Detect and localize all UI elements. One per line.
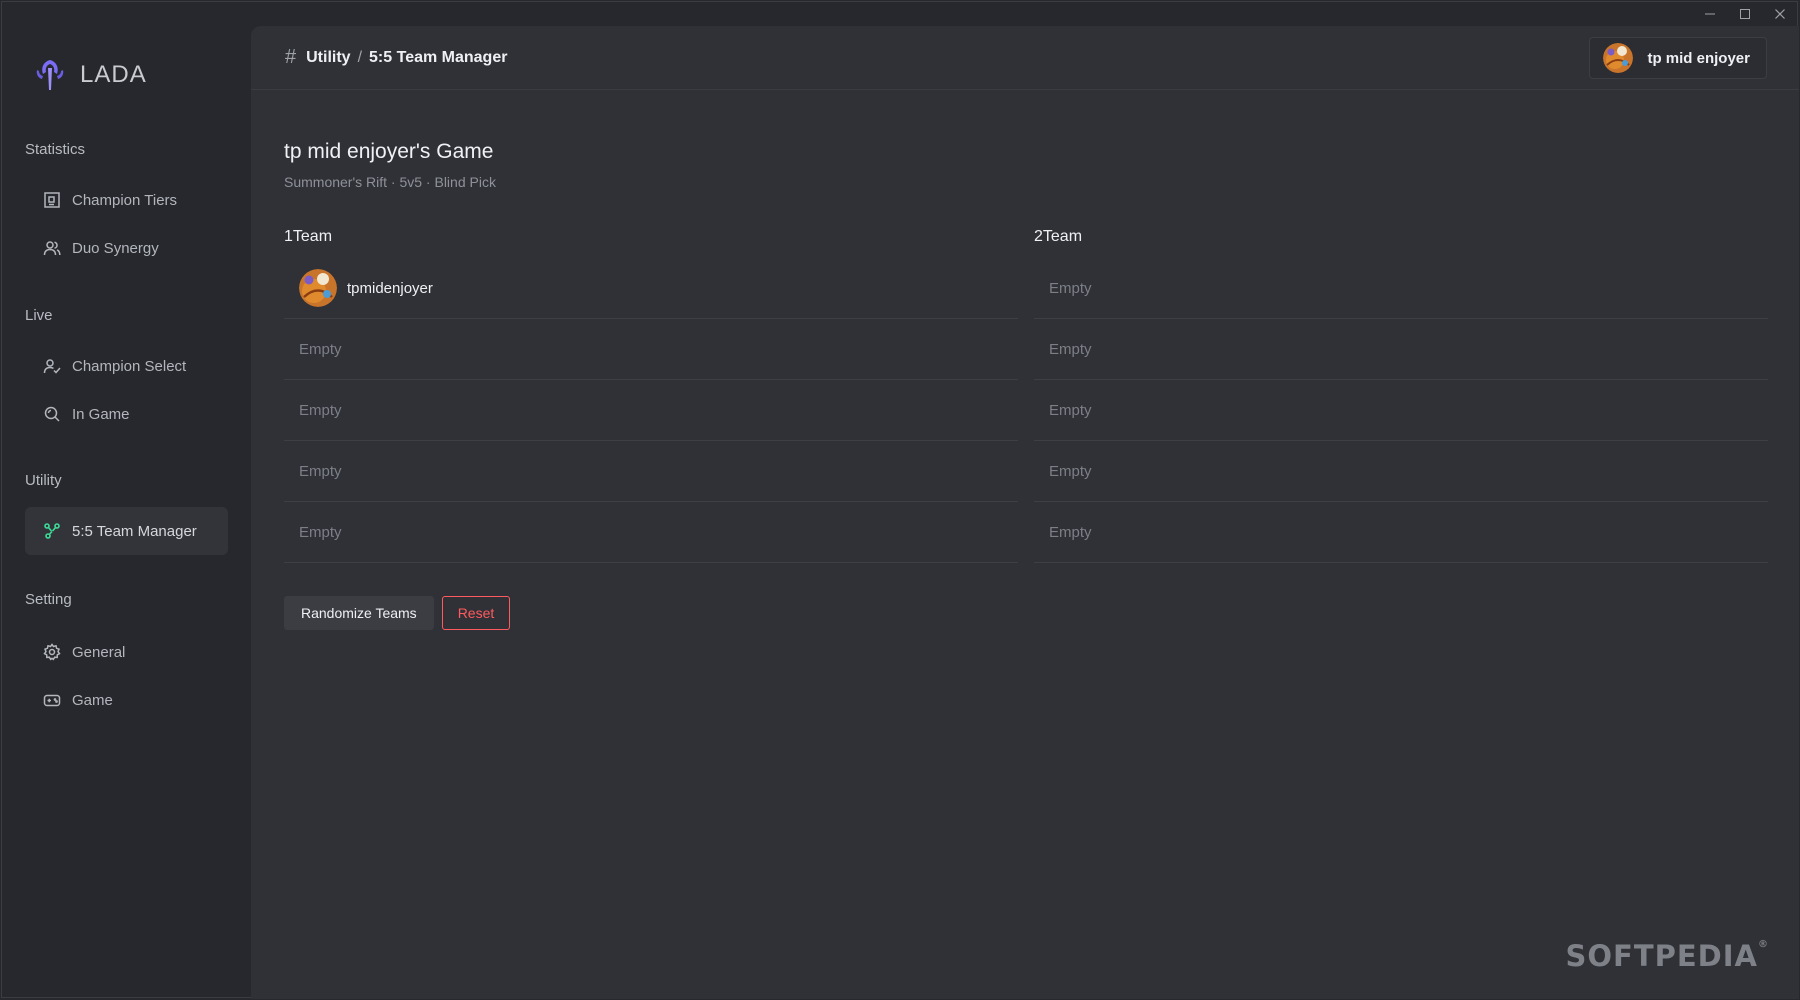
sidebar-item-champion-select[interactable]: Champion Select [25,342,228,390]
section-live: Live [25,307,53,324]
team-title: 2Team [1034,228,1083,245]
team-slot[interactable]: Empty [284,319,1018,380]
team-slot[interactable]: Empty [1034,258,1768,319]
sidebar-item-champion-tiers[interactable]: Champion Tiers [25,176,228,224]
maximize-icon [1739,9,1750,19]
sidebar-item-label: Duo Synergy [72,239,159,257]
close-icon [1774,9,1785,19]
sidebar-item-label: Game [72,691,113,709]
team-slot[interactable]: Empty [1034,441,1768,502]
breadcrumb-team-manager: 5:5 Team Manager [369,48,508,66]
empty-slot-label: Empty [299,523,342,541]
sidebar-item-in-game[interactable]: In Game [25,390,228,438]
user-check-icon [43,359,61,374]
header: # Utility / 5:5 Team Manager tp mid enjo… [251,26,1799,90]
sidebar-item-duo-synergy[interactable]: Duo Synergy [25,224,228,272]
empty-slot-label: Empty [299,462,342,480]
team-slot[interactable]: tpmidenjoyer [284,258,1018,319]
softpedia-watermark: SOFTPEDIA® [1565,939,1769,973]
empty-slot-label: Empty [299,340,342,358]
user-profile-button[interactable]: tp mid enjoyer [1589,37,1767,79]
team-slot[interactable]: Empty [1034,502,1768,563]
watermark-text: SOFTPEDIA [1565,939,1758,973]
breadcrumb: # Utility / 5:5 Team Manager [285,46,507,69]
game-subtitle: Summoner's Rift · 5v5 · Blind Pick [284,174,496,190]
app-logo: LADA [32,56,147,94]
team-slot[interactable]: Empty [1034,380,1768,441]
sidebar-item-label: In Game [72,405,130,423]
reset-button[interactable]: Reset [441,596,511,630]
team-2: 2Team Empty Empty Empty Empty Empty [1034,226,1768,563]
hash-icon: # [285,46,297,68]
sidebar-item-label: 5:5 Team Manager [72,522,197,540]
app-window: LADA Statistics Champion Tiers Duo Syner… [1,1,1799,999]
gear-icon [43,643,61,661]
sidebar-item-general[interactable]: General [25,628,228,676]
team-title: 1Team [284,228,333,245]
close-button[interactable] [1762,2,1797,26]
minimize-button[interactable] [1692,2,1727,26]
maximize-button[interactable] [1727,2,1762,26]
team-slot[interactable]: Empty [1034,319,1768,380]
team-slot[interactable]: Empty [284,380,1018,441]
game-title: tp mid enjoyer's Game [284,140,494,163]
user-name: tp mid enjoyer [1647,49,1750,67]
avatar [299,269,337,307]
sidebar-item-label: Champion Tiers [72,191,178,209]
gamepad-icon [43,694,61,707]
team-1: 1Team tpmidenjoyer Empty Empty Empty Emp… [284,226,1018,563]
sidebar-item-label: Champion Select [72,357,187,375]
empty-slot-label: Empty [1049,523,1092,541]
minimize-icon [1704,13,1715,15]
tier-list-icon [44,192,60,208]
search-icon [44,406,60,422]
section-utility: Utility [25,472,62,489]
sidebar-item-label: General [72,643,126,661]
team-actions: Randomize Teams Reset [284,596,511,630]
window-controls [1692,2,1797,26]
empty-slot-label: Empty [1049,401,1092,419]
empty-slot-label: Empty [1049,340,1092,358]
sidebar-item-team-manager[interactable]: 5:5 Team Manager [25,507,228,555]
player-name: tpmidenjoyer [347,279,433,297]
randomize-teams-button[interactable]: Randomize Teams [284,596,434,630]
team-slot[interactable]: Empty [284,502,1018,563]
breadcrumb-utility[interactable]: Utility [306,49,350,67]
app-name: LADA [80,61,147,88]
section-statistics: Statistics [25,141,86,158]
registered-mark: ® [1758,939,1769,950]
sidebar: LADA Statistics Champion Tiers Duo Syner… [2,2,251,999]
avatar [1603,43,1634,73]
empty-slot-label: Empty [1049,462,1092,480]
team-slot[interactable]: Empty [284,441,1018,502]
share-nodes-icon [44,523,60,539]
breadcrumb-separator: / [357,48,363,66]
users-icon [43,241,61,256]
empty-slot-label: Empty [299,401,342,419]
lada-logo-icon [36,60,64,90]
sidebar-item-game[interactable]: Game [25,676,228,724]
empty-slot-label: Empty [1049,279,1092,297]
section-setting: Setting [25,591,72,608]
main-panel: # Utility / 5:5 Team Manager tp mid enjo… [251,26,1799,999]
